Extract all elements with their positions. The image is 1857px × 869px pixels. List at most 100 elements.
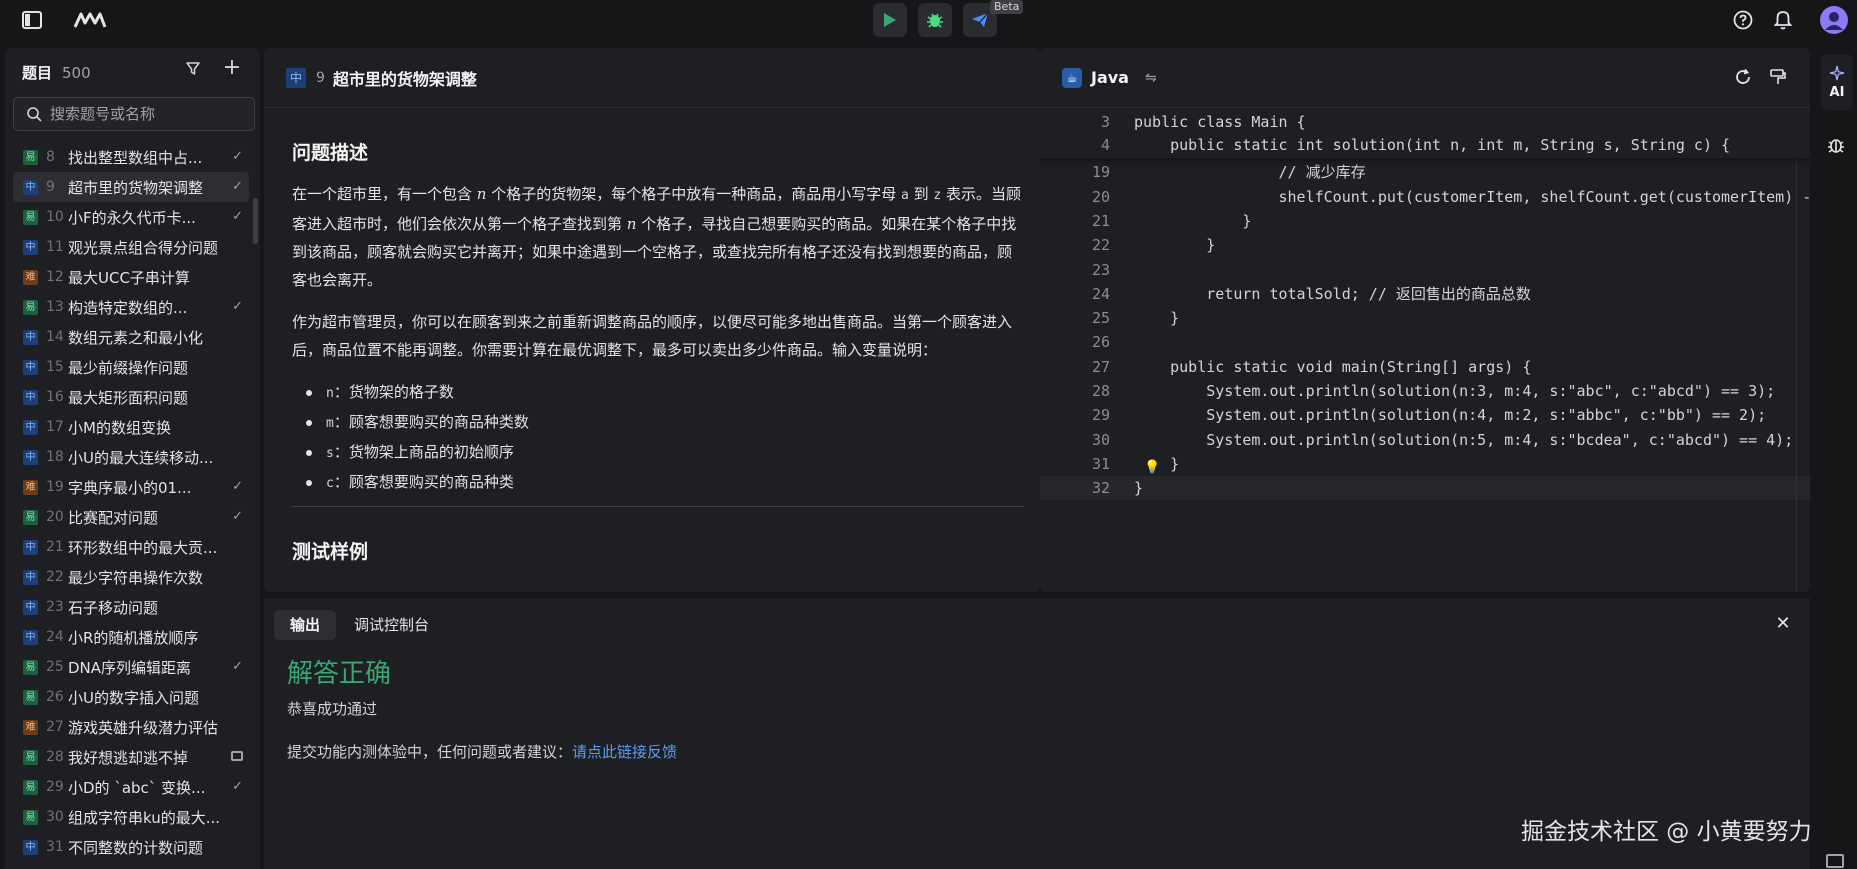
problem-name: 石子移动问题 <box>68 598 159 617</box>
tab-debug-console[interactable]: 调试控制台 <box>354 610 429 640</box>
problem-id: 9 <box>316 69 325 86</box>
problem-list-item[interactable]: 中 31 不同整数的计数问题 <box>13 832 249 862</box>
debug-bug-icon[interactable] <box>1826 135 1848 157</box>
problem-number: 20 <box>46 509 64 525</box>
help-icon[interactable] <box>1731 8 1755 32</box>
problem-list-item[interactable]: 易 26 小U的数字插入问题 <box>13 682 249 712</box>
problem-list-item[interactable]: 中 9 超市里的货物架调整 ✓ <box>13 172 249 202</box>
problem-list-item[interactable]: 中 16 最大矩形面积问题 <box>13 382 249 412</box>
difficulty-badge: 易 <box>23 659 38 675</box>
code-line: 3 public class Main { <box>1040 110 1810 134</box>
problem-list-item[interactable]: 中 22 最少字符串操作次数 <box>13 562 249 592</box>
line-number: 28 <box>1091 382 1110 400</box>
problem-number: 16 <box>46 389 64 405</box>
problem-list-item[interactable]: 易 25 DNA序列编辑距离 ✓ <box>13 652 249 682</box>
problem-list-item[interactable]: 中 21 环形数组中的最大贡... <box>13 532 249 562</box>
panel-layout-icon[interactable] <box>1826 854 1844 868</box>
sidebar-scrollbar[interactable] <box>253 198 258 244</box>
problem-list-item[interactable]: 易 10 小F的永久代币卡... ✓ <box>13 202 249 232</box>
language-selector[interactable]: Java <box>1091 68 1129 87</box>
problem-list-item[interactable]: 易 20 比赛配对问题 ✓ <box>13 502 249 532</box>
swap-language-icon[interactable]: ⇋ <box>1145 70 1157 86</box>
filter-icon[interactable] <box>185 60 205 80</box>
problem-number: 17 <box>46 419 64 435</box>
problem-list-item[interactable]: 易 28 我好想逃却逃不掉 <box>13 742 249 772</box>
problem-header: 中 9 超市里的货物架调整 <box>264 48 1040 108</box>
solved-check-icon: ✓ <box>232 779 243 794</box>
variable-desc: ：货物架上商品的初始顺序 <box>333 443 514 461</box>
problem-list-item[interactable]: 中 18 小U的最大连续移动... <box>13 442 249 472</box>
line-code: System.out.println(solution(n:3, m:4, s:… <box>1134 382 1776 400</box>
sidebar-toggle-icon[interactable] <box>18 8 46 32</box>
solved-check-icon: ✓ <box>232 659 243 674</box>
problem-list-item[interactable]: 中 17 小M的数组变换 <box>13 412 249 442</box>
problem-name: DNA序列编辑距离 <box>68 658 192 677</box>
ai-assistant-button[interactable]: AI <box>1821 54 1853 110</box>
run-button[interactable] <box>873 3 907 37</box>
problem-number: 31 <box>46 839 64 855</box>
para1-text-a: 在一个超市里，有一个包含 <box>292 185 477 203</box>
variable-name: n <box>326 386 334 401</box>
format-code-icon[interactable] <box>1769 68 1789 88</box>
code-line: 29 System.out.println(solution(n:4, m:2,… <box>1040 403 1810 427</box>
problem-list-item[interactable]: 中 11 观光景点组合得分问题 <box>13 232 249 262</box>
problem-list-item[interactable]: 中 24 小R的随机播放顺序 <box>13 622 249 652</box>
para1-text-b: 个格子的货物架，每个格子中放有一种商品，商品用小写字母 <box>486 185 901 203</box>
problem-list-item[interactable]: 中 23 石子移动问题 <box>13 592 249 622</box>
top-bar: Beta <box>0 0 1857 40</box>
editor-scrollbar-track[interactable] <box>1796 108 1797 592</box>
code-area[interactable]: 3 public class Main {4 public static int … <box>1040 108 1810 592</box>
reset-code-icon[interactable] <box>1734 68 1754 88</box>
line-code: shelfCount.put(customerItem, shelfCount.… <box>1134 187 1810 206</box>
problem-list-item[interactable]: 中 15 最少前缀操作问题 <box>13 352 249 382</box>
line-code: System.out.println(solution(n:5, m:4, s:… <box>1134 430 1794 449</box>
solved-check-icon: ✓ <box>232 209 243 224</box>
problem-list-item[interactable]: 易 13 构造特定数组的... ✓ <box>13 292 249 322</box>
problem-list-item[interactable]: 难 12 最大UCC子串计算 <box>13 262 249 292</box>
problem-number: 29 <box>46 779 64 795</box>
problem-list-item[interactable]: 易 29 小D的 `abc` 变换... ✓ <box>13 772 249 802</box>
problem-list-title: 题目 <box>22 64 53 82</box>
java-icon: ☕ <box>1062 67 1082 88</box>
line-code: } <box>1134 236 1216 255</box>
debug-button[interactable] <box>918 3 952 37</box>
problem-search-field[interactable] <box>13 97 255 131</box>
problem-name: 不同整数的计数问题 <box>68 838 204 857</box>
close-icon[interactable]: ✕ <box>1771 612 1795 636</box>
problem-list-item[interactable]: 易 30 组成字符串ku的最大... <box>13 802 249 832</box>
problem-search-input[interactable] <box>50 105 240 123</box>
tab-output[interactable]: 输出 <box>274 610 336 640</box>
solved-check-icon: ✓ <box>232 299 243 314</box>
difficulty-badge: 中 <box>23 329 38 345</box>
problem-description-panel: 中 9 超市里的货物架调整 问题描述 在一个超市里，有一个包含 n 个格子的货物… <box>264 48 1040 592</box>
description-paragraph-1: 在一个超市里，有一个包含 n 个格子的货物架，每个格子中放有一种商品，商品用小写… <box>292 180 1024 294</box>
problem-list-sidebar: 题目 500 + 易8找出整型数组中占...✓中9超市里的货物架调整✓易10小F… <box>5 48 260 869</box>
result-message: 恭喜成功通过 <box>287 700 378 718</box>
solved-check-icon: ✓ <box>232 509 243 524</box>
line-code: } <box>1134 309 1180 328</box>
line-code: } <box>1134 211 1252 230</box>
problem-list-header: 题目 500 <box>22 62 91 83</box>
problem-list-item[interactable]: 易 8 找出整型数组中占... ✓ <box>13 142 249 172</box>
problem-list-item[interactable]: 难 27 游戏英雄升级潜力评估 <box>13 712 249 742</box>
user-avatar[interactable] <box>1820 6 1848 34</box>
difficulty-badge: 难 <box>23 479 38 495</box>
bell-icon[interactable] <box>1771 8 1795 32</box>
feedback-link[interactable]: 请点此链接反馈 <box>572 743 677 761</box>
problem-count: 500 <box>62 64 91 82</box>
add-icon[interactable]: + <box>221 57 243 80</box>
problem-name: 最大UCC子串计算 <box>68 268 190 287</box>
difficulty-badge: 中 <box>23 239 38 255</box>
problem-number: 14 <box>46 329 64 345</box>
problem-list-item[interactable]: 难 19 字典序最小的01... ✓ <box>13 472 249 502</box>
problem-number: 30 <box>46 809 64 825</box>
problem-number: 9 <box>46 179 55 195</box>
variable-list: n：货物架的格子数 m：顾客想要购买的商品种类数 s：货物架上商品的初始顺序 c：顾客… <box>306 378 1024 498</box>
line-number: 20 <box>1091 187 1110 206</box>
description-paragraph-2: 作为超市管理员，你可以在顾客到来之前重新调整商品的顺序，以便尽可能多地出售商品。… <box>292 313 1013 359</box>
solved-check-icon: ✓ <box>232 479 243 494</box>
problem-list-item[interactable]: 中 14 数组元素之和最小化 <box>13 322 249 352</box>
difficulty-badge: 中 <box>23 179 38 195</box>
line-number: 3 <box>1100 113 1110 131</box>
line-number: 21 <box>1091 211 1110 230</box>
